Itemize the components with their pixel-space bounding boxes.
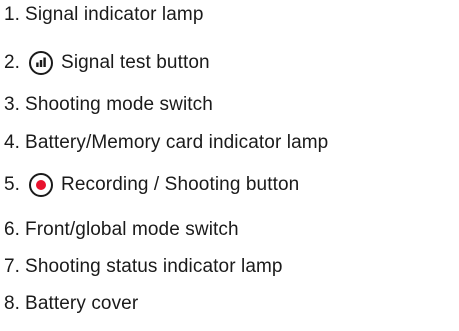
signal-bars-icon	[29, 51, 54, 75]
item-label: Shooting mode switch	[25, 94, 213, 115]
parts-list: 1. Signal indicator lamp 2. Signal test …	[0, 0, 459, 331]
item-number: 1.	[4, 4, 21, 25]
list-item-signal-test-button: 2. Signal test button	[4, 51, 210, 75]
item-label: Battery cover	[25, 293, 139, 314]
item-label: Front/global mode switch	[25, 219, 239, 240]
item-label: Shooting status indicator lamp	[25, 256, 283, 277]
list-item-signal-indicator-lamp: 1. Signal indicator lamp	[4, 3, 204, 27]
item-number: 8.	[4, 293, 21, 314]
item-number: 3.	[4, 94, 21, 115]
item-label: Signal test button	[61, 52, 210, 73]
list-item-battery-cover: 8. Battery cover	[4, 292, 138, 316]
item-label: Recording / Shooting button	[61, 174, 300, 195]
item-number: 6.	[4, 219, 21, 240]
list-item-shooting-mode-switch: 3. Shooting mode switch	[4, 93, 213, 117]
item-number: 5.	[4, 174, 21, 195]
item-number: 7.	[4, 256, 21, 277]
list-item-shooting-status-indicator-lamp: 7. Shooting status indicator lamp	[4, 255, 283, 279]
record-dot-icon	[29, 173, 54, 197]
item-number: 2.	[4, 52, 21, 73]
item-number: 4.	[4, 132, 21, 153]
list-item-battery-memory-card-indicator-lamp: 4. Battery/Memory card indicator lamp	[4, 131, 328, 155]
list-item-front-global-mode-switch: 6. Front/global mode switch	[4, 218, 239, 242]
item-label: Battery/Memory card indicator lamp	[25, 132, 329, 153]
item-label: Signal indicator lamp	[25, 4, 204, 25]
list-item-recording-shooting-button: 5. Recording / Shooting button	[4, 173, 299, 197]
